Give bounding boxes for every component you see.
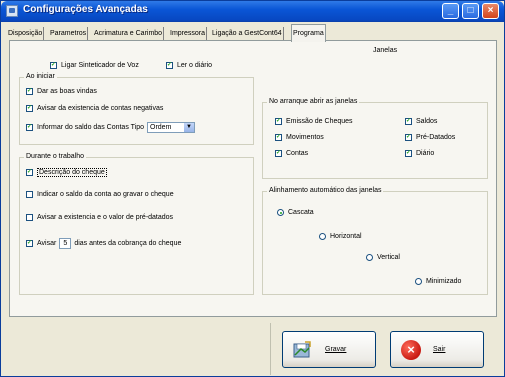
open-movimentos-label: Movimentos — [286, 134, 324, 141]
diary-option-label: Ler o diário — [177, 62, 213, 69]
align-minimizado-option[interactable]: Minimizado — [415, 278, 461, 285]
show-balance-label: Indicar o saldo da conta ao gravar o che… — [37, 191, 174, 198]
close-button[interactable]: × — [482, 3, 499, 19]
balance-label: Informar do saldo das Contas Tipo — [37, 124, 145, 131]
reminder-prefix: Avisar — [37, 240, 57, 247]
tab-impressora[interactable]: Impressora — [169, 27, 208, 40]
align-horizontal-radio[interactable] — [319, 233, 326, 240]
negative-accounts-option[interactable]: ✓ Avisar da existencia de contas negativ… — [26, 105, 163, 112]
minimize-button[interactable]: _ — [442, 3, 459, 19]
exit-button[interactable]: × Sair — [390, 331, 484, 368]
account-type-select[interactable]: Ordem ▼ — [147, 122, 196, 133]
align-cascata-label: Cascata — [288, 209, 314, 216]
welcome-label: Dar as boas vindas — [37, 88, 97, 95]
align-cascata-radio[interactable] — [277, 209, 284, 216]
align-vertical-label: Vertical — [377, 254, 400, 261]
maximize-button[interactable]: □ — [462, 3, 479, 19]
reminder-option[interactable]: ✓ Avisar 5 dias antes da cobrança do che… — [26, 238, 181, 249]
bottom-separator — [270, 323, 271, 375]
open-diario-option[interactable]: ✓ Diário — [405, 150, 434, 157]
show-balance-checkbox[interactable] — [26, 191, 33, 198]
save-icon — [291, 339, 313, 361]
group-alinhamento: Alinhamento automático das janelas Casca… — [262, 187, 488, 295]
cheque-description-option[interactable]: ✓ Descrição do cheque — [26, 168, 107, 177]
negative-accounts-checkbox[interactable]: ✓ — [26, 105, 33, 112]
tab-panel: Janelas ✓ Ligar Sinteticador de Voz ✓ Le… — [9, 40, 497, 317]
open-contas-checkbox[interactable]: ✓ — [275, 150, 282, 157]
align-vertical-option[interactable]: Vertical — [366, 254, 400, 261]
janelas-label: Janelas — [373, 47, 398, 54]
open-movimentos-checkbox[interactable]: ✓ — [275, 134, 282, 141]
open-cheques-label: Emissão de Cheques — [286, 118, 353, 125]
align-minimizado-radio[interactable] — [415, 278, 422, 285]
open-predatados-label: Pré-Datados — [416, 134, 456, 141]
negative-accounts-label: Avisar da existencia de contas negativas — [37, 105, 164, 112]
open-predatados-checkbox[interactable]: ✓ — [405, 134, 412, 141]
group-arranque-legend: No arranque abrir as janelas — [267, 98, 360, 105]
group-ao-iniciar: Ao iniciar ✓ Dar as boas vindas ✓ Avisar… — [19, 73, 254, 145]
reminder-suffix: dias antes da cobrança do cheque — [74, 240, 182, 247]
show-balance-option[interactable]: Indicar o saldo da conta ao gravar o che… — [26, 191, 174, 198]
reminder-checkbox[interactable]: ✓ — [26, 240, 33, 247]
open-saldos-option[interactable]: ✓ Saldos — [405, 118, 437, 125]
welcome-option[interactable]: ✓ Dar as boas vindas — [26, 88, 97, 95]
voice-option[interactable]: ✓ Ligar Sinteticador de Voz — [50, 62, 139, 69]
settings-window: Configurações Avançadas _ □ × Disposição… — [0, 0, 505, 377]
voice-checkbox[interactable]: ✓ — [50, 62, 57, 69]
postdated-option[interactable]: Avisar a existencia e o valor de pré-dat… — [26, 214, 173, 221]
cheque-description-label: Descrição do cheque — [37, 168, 107, 177]
align-horizontal-option[interactable]: Horizontal — [319, 233, 362, 240]
app-icon — [6, 5, 18, 17]
postdated-checkbox[interactable] — [26, 214, 33, 221]
balance-option[interactable]: ✓ Informar do saldo das Contas Tipo Orde… — [26, 122, 196, 133]
open-movimentos-option[interactable]: ✓ Movimentos — [275, 134, 324, 141]
open-cheques-checkbox[interactable]: ✓ — [275, 118, 282, 125]
group-alinhamento-legend: Alinhamento automático das janelas — [267, 187, 384, 194]
tab-ligacao[interactable]: Ligação a GestCont64 — [211, 27, 284, 40]
open-predatados-option[interactable]: ✓ Pré-Datados — [405, 134, 455, 141]
welcome-checkbox[interactable]: ✓ — [26, 88, 33, 95]
window-title: Configurações Avançadas — [23, 4, 148, 15]
chevron-down-icon[interactable]: ▼ — [184, 123, 195, 132]
align-vertical-radio[interactable] — [366, 254, 373, 261]
open-diario-checkbox[interactable]: ✓ — [405, 150, 412, 157]
group-ao-iniciar-legend: Ao iniciar — [24, 73, 57, 80]
align-cascata-option[interactable]: Cascata — [277, 209, 314, 216]
open-contas-label: Contas — [286, 150, 309, 157]
title-bar[interactable]: Configurações Avançadas _ □ × — [1, 1, 504, 22]
save-button[interactable]: Gravar — [282, 331, 376, 368]
tab-parametros[interactable]: Parametros — [49, 27, 89, 40]
open-saldos-checkbox[interactable]: ✓ — [405, 118, 412, 125]
tab-acrimatura[interactable]: Acrimatura e Carimbo — [93, 27, 165, 40]
diary-checkbox[interactable]: ✓ — [166, 62, 173, 69]
account-type-value: Ordem — [150, 124, 172, 131]
save-button-label: Gravar — [325, 346, 347, 353]
align-minimizado-label: Minimizado — [426, 278, 462, 285]
group-durante: Durante o trabalho ✓ Descrição do cheque… — [19, 153, 254, 295]
postdated-label: Avisar a existencia e o valor de pré-dat… — [37, 214, 174, 221]
cheque-description-checkbox[interactable]: ✓ — [26, 169, 33, 176]
open-cheques-option[interactable]: ✓ Emissão de Cheques — [275, 118, 353, 125]
group-arranque: No arranque abrir as janelas ✓ Emissão d… — [262, 98, 488, 179]
diary-option[interactable]: ✓ Ler o diário — [166, 62, 212, 69]
open-contas-option[interactable]: ✓ Contas — [275, 150, 308, 157]
exit-button-label: Sair — [433, 346, 446, 353]
open-saldos-label: Saldos — [416, 118, 438, 125]
align-horizontal-label: Horizontal — [330, 233, 362, 240]
tab-programa[interactable]: Programa — [291, 24, 326, 42]
group-durante-legend: Durante o trabalho — [24, 153, 86, 160]
close-icon: × — [401, 339, 421, 360]
open-diario-label: Diário — [416, 150, 435, 157]
tab-disposicao[interactable]: Disposição — [7, 27, 45, 40]
balance-checkbox[interactable]: ✓ — [26, 124, 33, 131]
voice-option-label: Ligar Sinteticador de Voz — [61, 62, 139, 69]
reminder-days-input[interactable]: 5 — [59, 238, 72, 249]
